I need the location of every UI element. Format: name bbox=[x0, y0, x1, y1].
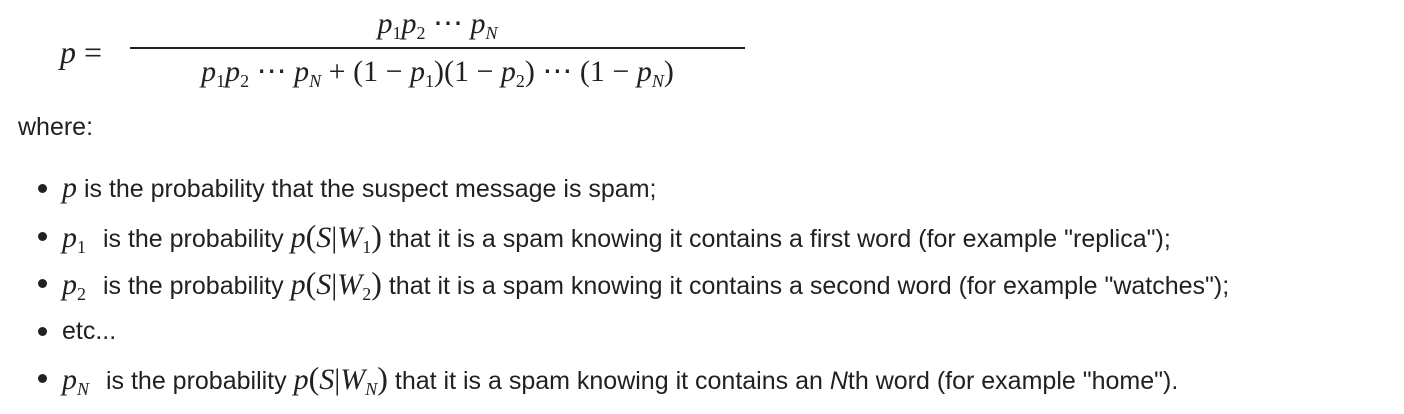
conditional-probability: p(S|W2) bbox=[290, 265, 382, 304]
list-item: pN is the probability p(S|WN) that it is… bbox=[0, 356, 1404, 404]
bullet bbox=[38, 231, 47, 241]
definition-prefix: is the probability bbox=[102, 224, 284, 253]
definition-text-end: th word (for example "home"). bbox=[847, 367, 1179, 395]
definition-text: that it is a spam knowing it contains a … bbox=[388, 224, 1171, 253]
bullet bbox=[38, 374, 47, 383]
list-item: p1 is the probability p(S|W1) that it is… bbox=[0, 214, 1404, 262]
symbol-pN: pN bbox=[62, 363, 90, 399]
nth-symbol: N bbox=[829, 367, 848, 395]
bullet bbox=[38, 326, 47, 336]
bullet bbox=[38, 184, 47, 193]
formula-denominator: p1p2 ⋯ pN + (1 − p1)(1 − p2) ⋯ (1 − pN) bbox=[201, 55, 674, 91]
symbol-p2: p2 bbox=[62, 268, 86, 304]
definition-prefix: is the probability bbox=[105, 367, 287, 395]
definition-text: is the probability that the suspect mess… bbox=[83, 175, 657, 203]
definitions-list: p is the probability that the suspect me… bbox=[0, 166, 1404, 404]
formula-lhs: p = bbox=[60, 34, 103, 70]
list-item: p is the probability that the suspect me… bbox=[0, 166, 1404, 214]
definition-text: etc... bbox=[62, 316, 117, 345]
list-item: etc... bbox=[0, 309, 1404, 357]
list-item: p2 is the probability p(S|W2) that it is… bbox=[0, 261, 1404, 309]
formula-fraction: p1p2 ⋯ pN p1p2 ⋯ pN + (1 − p1)(1 − p2) ⋯… bbox=[130, 2, 745, 98]
bullet bbox=[38, 279, 47, 288]
definition-prefix: is the probability bbox=[102, 272, 284, 300]
conditional-probability: p(S|WN) bbox=[293, 360, 388, 399]
definition-text: that it is a spam knowing it contains an bbox=[394, 367, 823, 395]
conditional-probability: p(S|W1) bbox=[290, 217, 382, 257]
where-label: where: bbox=[18, 113, 94, 141]
symbol-p: p bbox=[62, 171, 77, 204]
formula-numerator: p1p2 ⋯ pN bbox=[377, 7, 498, 43]
definition-text: that it is a spam knowing it contains a … bbox=[388, 272, 1230, 300]
fraction-bar bbox=[130, 47, 745, 49]
symbol-p1: p1 bbox=[62, 220, 86, 257]
bayes-formula: p = p1p2 ⋯ pN p1p2 ⋯ pN + (1 − p1)(1 − p… bbox=[0, 0, 1404, 100]
